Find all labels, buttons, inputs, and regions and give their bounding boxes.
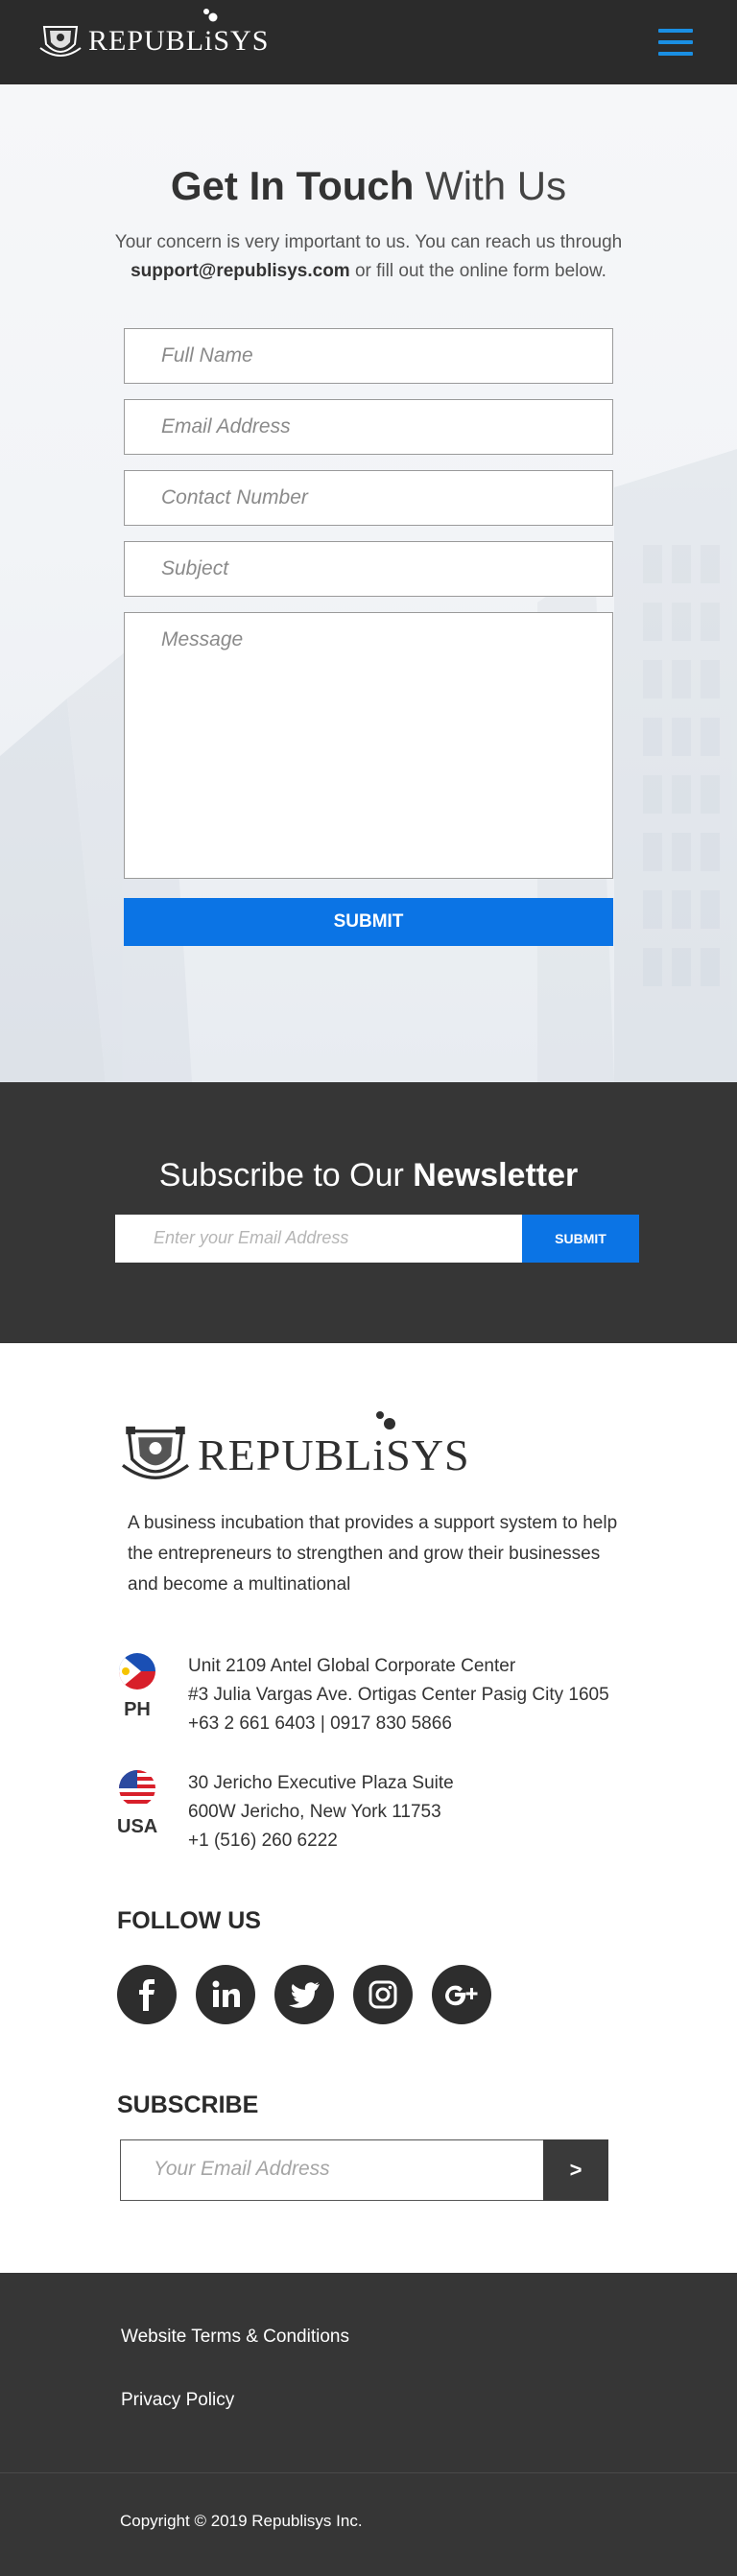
newsletter-section: Subscribe to Our Newsletter Enter your E… xyxy=(0,1082,737,1343)
office-code: USA xyxy=(117,1816,158,1837)
address-line: #3 Julia Vargas Ave. Ortigas Center Pasi… xyxy=(188,1685,609,1705)
terms-link[interactable]: Website Terms & Conditions xyxy=(121,2327,349,2348)
submit-button[interactable]: SUBMIT xyxy=(124,898,613,946)
full-name-input[interactable]: Full Name xyxy=(124,328,613,384)
lead-rest: or fill out the online form below. xyxy=(354,261,606,281)
copyright-text: Copyright © 2019 Republisys Inc. xyxy=(120,2512,363,2530)
site-header: REPUBLiSYS xyxy=(0,0,737,84)
tagline: A business incubation that provides a su… xyxy=(128,1513,618,1595)
footer-logo[interactable]: REPUBLiSYS xyxy=(119,1411,470,1487)
newsletter-submit-button[interactable]: SUBMIT xyxy=(522,1215,639,1263)
title-light: With Us xyxy=(425,163,567,208)
subscribe-email-input[interactable]: Your Email Address xyxy=(120,2139,543,2201)
newsletter-title: Subscribe to Our Newsletter xyxy=(0,1157,737,1194)
privacy-link[interactable]: Privacy Policy xyxy=(121,2390,234,2411)
crest-icon xyxy=(39,26,82,57)
contact-lead: Your concern is very important to us. Yo… xyxy=(0,228,737,286)
logo[interactable]: REPUBLiSYS xyxy=(38,9,270,61)
newsletter-title-bold: Newsletter xyxy=(413,1157,579,1193)
twitter-icon[interactable] xyxy=(274,1965,334,2024)
subject-input[interactable]: Subject xyxy=(124,541,613,597)
address-line: 600W Jericho, New York 11753 xyxy=(188,1802,441,1822)
subscribe-button[interactable]: > xyxy=(543,2139,608,2201)
title-bold: Get In Touch xyxy=(170,163,415,208)
office-ph: PH Unit 2109 Antel Global Corporate Cent… xyxy=(117,1652,609,1738)
contact-form: Full Name Email Address Contact Number S… xyxy=(124,328,613,946)
office-code: PH xyxy=(124,1699,151,1720)
crest-icon xyxy=(122,1426,189,1479)
phone-line[interactable]: +63 2 661 6403 | 0917 830 5866 xyxy=(188,1710,609,1738)
brand-name: REPUBLiSYS xyxy=(88,25,270,57)
message-textarea[interactable]: Message xyxy=(124,612,613,879)
phone-line[interactable]: +1 (516) 260 6222 xyxy=(188,1827,454,1855)
lead-line1: Your concern is very important to us. Yo… xyxy=(114,232,623,252)
newsletter-title-light: Subscribe to Our xyxy=(158,1157,404,1193)
contact-section: Get In Touch With Us Your concern is ver… xyxy=(0,84,737,1082)
footer-links: Website Terms & Conditions Privacy Polic… xyxy=(0,2273,737,2472)
contact-number-input[interactable]: Contact Number xyxy=(124,470,613,526)
brand-dots-icon xyxy=(203,9,218,22)
facebook-icon[interactable] xyxy=(117,1965,177,2024)
footer-info: REPUBLiSYS A business incubation that pr… xyxy=(0,1343,737,2273)
subscribe-form: Your Email Address > xyxy=(120,2139,608,2201)
google-plus-icon[interactable] xyxy=(432,1965,491,2024)
linkedin-icon[interactable] xyxy=(196,1965,255,2024)
us-flag-icon xyxy=(119,1770,155,1807)
address-line: 30 Jericho Executive Plaza Suite xyxy=(188,1773,454,1793)
subscribe-title: SUBSCRIBE xyxy=(117,2092,259,2118)
brand-dots-icon xyxy=(376,1411,395,1430)
newsletter-email-input[interactable]: Enter your Email Address xyxy=(115,1215,522,1263)
support-email-link[interactable]: support@republisys.com xyxy=(131,261,350,281)
hamburger-icon[interactable] xyxy=(658,29,693,56)
newsletter-form: Enter your Email Address SUBMIT xyxy=(115,1215,639,1263)
social-links xyxy=(117,1965,511,2024)
footer-brand-name: REPUBLiSYS xyxy=(198,1430,470,1479)
instagram-icon[interactable] xyxy=(353,1965,413,2024)
follow-title: FOLLOW US xyxy=(117,1907,261,1934)
ph-flag-icon xyxy=(119,1653,155,1690)
office-usa: USA 30 Jericho Executive Plaza Suite 600… xyxy=(117,1769,454,1855)
email-input[interactable]: Email Address xyxy=(124,399,613,455)
page-title: Get In Touch With Us xyxy=(0,163,737,209)
copyright-bar: Copyright © 2019 Republisys Inc. xyxy=(0,2472,737,2576)
address-line: Unit 2109 Antel Global Corporate Center xyxy=(188,1656,516,1676)
